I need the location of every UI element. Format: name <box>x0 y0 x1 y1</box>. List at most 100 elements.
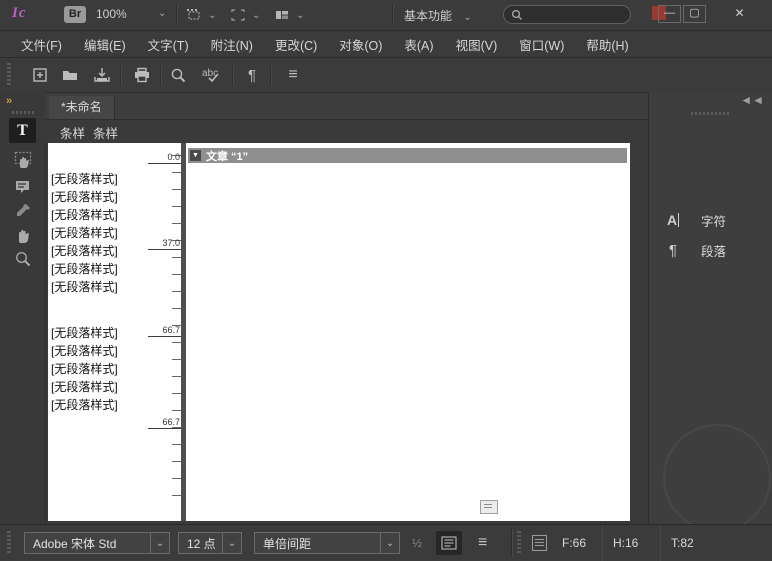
line-count: H:16 <box>602 525 665 561</box>
chevron-down-icon: ⌄ <box>252 10 260 21</box>
menu-object[interactable]: 对象(O) <box>328 35 393 54</box>
paragraph-icon: ¶ <box>661 242 685 259</box>
zoom-level-dropdown[interactable]: 100% ⌄ <box>96 7 170 21</box>
eyedropper-tool[interactable] <box>9 198 36 223</box>
hand-tool[interactable] <box>9 222 36 247</box>
triangle-down-icon: ▼ <box>192 152 199 159</box>
font-family-select[interactable]: Adobe 宋体 Std ⌄ <box>24 532 170 554</box>
show-hidden-characters-button[interactable]: ¶ <box>242 65 262 85</box>
divider <box>232 65 234 85</box>
workspace-label: 基本功能 <box>404 9 452 23</box>
copyfit-grip[interactable] <box>517 531 521 555</box>
ruler-label: 0.0 <box>148 152 181 164</box>
status-bar: Adobe 宋体 Std ⌄ 12 点 ⌄ 单倍间距 ⌄ ½ ≡ F:66 H:… <box>0 524 772 561</box>
expand-panel-icon[interactable]: » <box>6 95 11 107</box>
screen-mode-dropdown[interactable]: ⌄ <box>274 4 304 26</box>
spell-check-button[interactable]: abc <box>200 65 226 85</box>
position-tool[interactable] <box>9 147 36 172</box>
zoom-magnifier-icon <box>14 250 32 268</box>
ruler-label: 66.7 <box>148 325 181 337</box>
galley-view[interactable]: [无段落样式] [无段落样式] [无段落样式] [无段落样式] [无段落样式] … <box>48 143 630 521</box>
save-icon <box>93 67 111 83</box>
copyfit-info-icon <box>532 535 547 551</box>
menu-window[interactable]: 窗口(W) <box>508 35 575 54</box>
save-button[interactable] <box>92 65 112 85</box>
dock-grip[interactable] <box>691 112 731 115</box>
magnifier-icon <box>170 67 187 84</box>
search-input[interactable] <box>503 5 631 24</box>
galley-panel-tabs: 条样 条样 <box>45 120 648 143</box>
divider <box>392 4 394 26</box>
type-tool-selected[interactable]: T <box>9 118 36 143</box>
view-options-dropdown[interactable]: ⌄ <box>186 4 216 26</box>
style-row: [无段落样式] <box>51 260 118 277</box>
note-tool[interactable] <box>9 174 36 199</box>
toolbar-grip[interactable] <box>7 63 11 87</box>
style-row: [无段落样式] <box>51 224 118 241</box>
find-change-button[interactable] <box>168 65 188 85</box>
search-icon <box>511 9 523 21</box>
menu-changes[interactable]: 更改(C) <box>264 35 328 54</box>
galley-view-toggle-active[interactable] <box>436 531 462 555</box>
panel-tab-2[interactable]: 条样 <box>93 123 118 142</box>
workspace-switcher[interactable]: 基本功能 ⌄ <box>404 7 472 24</box>
style-row: [无段落样式] <box>51 242 118 259</box>
leading-value: 单倍间距 <box>255 535 380 552</box>
line-number-icon[interactable]: ½ <box>412 536 422 550</box>
statusbar-grip[interactable] <box>7 531 11 555</box>
paragraph-style-column: [无段落样式] [无段落样式] [无段落样式] [无段落样式] [无段落样式] … <box>48 143 152 521</box>
zoom-tool[interactable] <box>9 246 36 271</box>
paragraph-panel-button[interactable]: ¶ 段落 <box>649 236 772 264</box>
divider <box>120 65 122 85</box>
character-count: T:82 <box>660 525 771 561</box>
toolbar-menu-button[interactable]: ≡ <box>283 65 303 85</box>
menu-view[interactable]: 视图(V) <box>445 35 509 54</box>
open-document-button[interactable] <box>60 65 80 85</box>
menu-file[interactable]: 文件(F) <box>10 35 73 54</box>
menu-edit[interactable]: 编辑(E) <box>73 35 137 54</box>
chevron-down-icon: ⌄ <box>150 533 169 553</box>
character-panel-button[interactable]: A 字符 <box>649 206 772 234</box>
ruler-label: 66.7 <box>148 417 181 429</box>
close-button[interactable]: ✕ <box>729 5 750 21</box>
zoom-level-value: 100% <box>96 7 127 21</box>
menu-table[interactable]: 表(A) <box>393 35 444 54</box>
panel-tab-1[interactable]: 条样 <box>60 123 85 142</box>
application-toolbar: abc ¶ ≡ <box>0 58 772 93</box>
menu-help[interactable]: 帮助(H) <box>575 35 639 54</box>
collapse-dock-icon[interactable]: ◄◄ <box>740 93 764 107</box>
frame-edges-icon <box>230 8 246 22</box>
new-document-icon <box>32 67 48 83</box>
chevron-down-icon: ⌄ <box>463 12 471 23</box>
frame-view-dropdown[interactable]: ⌄ <box>230 4 260 26</box>
style-row: [无段落样式] <box>51 396 118 413</box>
print-button[interactable] <box>132 65 152 85</box>
story-editing-area[interactable]: ▼ 文章 “1” <box>186 143 630 521</box>
menu-notes[interactable]: 附注(N) <box>200 35 264 54</box>
ruler-label: 37.0 <box>148 238 181 250</box>
divider <box>176 4 178 26</box>
style-row: [无段落样式] <box>51 360 118 377</box>
divider <box>160 65 162 85</box>
story-end-icon <box>480 500 498 514</box>
chevron-down-icon: ⌄ <box>222 533 241 553</box>
new-document-button[interactable] <box>30 65 50 85</box>
font-size-select[interactable]: 12 点 ⌄ <box>178 532 242 554</box>
maximize-button[interactable]: ▢ <box>683 5 706 23</box>
style-row: [无段落样式] <box>51 324 118 341</box>
statusbar-menu-button[interactable]: ≡ <box>478 534 487 552</box>
note-icon <box>14 178 32 196</box>
paragraph-panel-label: 段落 <box>701 241 726 260</box>
bridge-button[interactable]: Br <box>64 6 86 23</box>
style-row: [无段落样式] <box>51 278 118 295</box>
minimize-button[interactable]: — <box>658 5 681 23</box>
style-row: [无段落样式] <box>51 378 118 395</box>
tools-panel-grip[interactable] <box>12 111 34 114</box>
collapse-story-button[interactable]: ▼ <box>190 150 201 161</box>
menu-type[interactable]: 文字(T) <box>137 35 200 54</box>
document-tab[interactable]: *未命名 <box>49 96 115 119</box>
style-row: [无段落样式] <box>51 170 118 187</box>
story-header-bar[interactable]: ▼ 文章 “1” <box>188 148 627 163</box>
leading-select[interactable]: 单倍间距 ⌄ <box>254 532 400 554</box>
hand-icon <box>14 226 32 244</box>
